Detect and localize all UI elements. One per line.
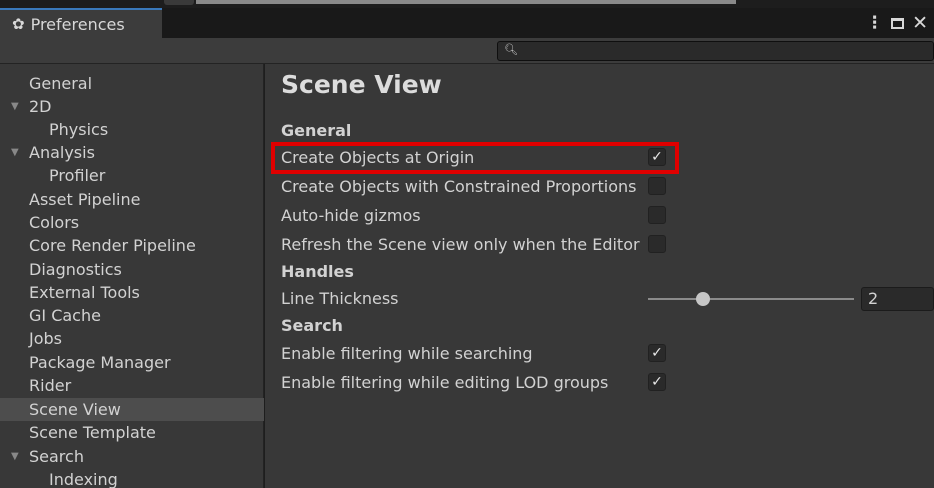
search-icon: 🔍︎ (504, 43, 518, 56)
sidebar-item-scene-template[interactable]: Scene Template (0, 421, 264, 444)
search-toolbar: 🔍︎ (0, 38, 934, 64)
maximize-icon[interactable] (891, 17, 905, 29)
sidebar-item-general[interactable]: General (0, 72, 264, 95)
sidebar-item-jobs[interactable]: Jobs (0, 327, 264, 350)
sidebar-item-label: GI Cache (29, 306, 101, 325)
tab-title: Preferences (30, 14, 125, 34)
sidebar-item-2d[interactable]: ▼ 2D (0, 95, 264, 118)
refresh-scene-view-label: Refresh the Scene view only when the Edi… (281, 235, 640, 254)
expand-arrow-icon[interactable]: ▼ (11, 141, 19, 164)
sidebar-item-rider[interactable]: Rider (0, 374, 264, 397)
sidebar-item-label: Physics (49, 120, 109, 139)
line-thickness-slider-track[interactable] (648, 298, 854, 300)
sidebar-item-label: Rider (29, 376, 72, 395)
sidebar-item-label: General (29, 74, 93, 93)
line-thickness-slider-thumb[interactable] (696, 292, 710, 306)
sidebar-item-gi-cache[interactable]: GI Cache (0, 304, 264, 327)
sidebar-item-profiler[interactable]: Profiler (0, 164, 264, 187)
expand-arrow-icon[interactable]: ▼ (11, 445, 19, 468)
sidebar-item-analysis[interactable]: ▼ Analysis (0, 141, 264, 164)
search-input[interactable]: 🔍︎ (497, 41, 934, 61)
sidebar-item-label: External Tools (29, 283, 140, 302)
sidebar-item-label: Profiler (49, 166, 106, 185)
auto-hide-gizmos-checkbox[interactable] (648, 206, 666, 224)
line-thickness-label: Line Thickness (281, 289, 399, 308)
sidebar-item-external-tools[interactable]: External Tools (0, 281, 264, 304)
sidebar-item-scene-view[interactable]: Scene View (0, 398, 264, 421)
background-toolbar-fragment (196, 0, 736, 4)
sidebar-item-label: Scene View (29, 400, 121, 419)
kebab-menu-icon[interactable]: ⋮ (866, 13, 883, 33)
auto-hide-gizmos-label: Auto-hide gizmos (281, 206, 421, 225)
preferences-sidebar: General ▼ 2D Physics ▼ Analysis Profiler A… (0, 64, 264, 488)
sidebar-item-diagnostics[interactable]: Diagnostics (0, 258, 264, 281)
sidebar-item-colors[interactable]: Colors (0, 211, 264, 234)
gear-icon: ✿ (12, 14, 25, 33)
create-at-origin-checkbox[interactable]: ✓ (648, 148, 666, 166)
sidebar-item-label: Search (29, 447, 84, 466)
sidebar-item-physics[interactable]: Physics (0, 118, 264, 141)
refresh-scene-view-checkbox[interactable] (648, 235, 666, 253)
window-controls: ⋮ ✕ (866, 8, 928, 38)
sidebar-item-label: Asset Pipeline (29, 190, 141, 209)
sidebar-item-label: Indexing (49, 470, 118, 488)
checkmark-icon: ✓ (651, 149, 663, 165)
section-search-heading: Search (281, 316, 343, 335)
sidebar-item-core-render-pipeline[interactable]: Core Render Pipeline (0, 234, 264, 257)
preferences-content: Scene View General Create Objects at Ori… (265, 64, 934, 488)
sidebar-item-label: Package Manager (29, 353, 171, 372)
background-window-strip (0, 0, 934, 8)
section-general-heading: General (281, 121, 352, 140)
expand-arrow-icon[interactable]: ▼ (11, 95, 19, 118)
sidebar-item-label: Scene Template (29, 423, 156, 442)
sidebar-item-label: 2D (29, 97, 52, 116)
window-titlebar: ✿ Preferences ⋮ ✕ (0, 8, 934, 38)
sidebar-item-package-manager[interactable]: Package Manager (0, 351, 264, 374)
sidebar-item-indexing[interactable]: Indexing (0, 468, 264, 488)
constrained-proportions-label: Create Objects with Constrained Proporti… (281, 177, 637, 196)
sidebar-item-label: Core Render Pipeline (29, 236, 196, 255)
line-thickness-field[interactable]: 2 (861, 287, 934, 311)
background-tab-fragment (164, 0, 194, 5)
filter-lod-label: Enable filtering while editing LOD group… (281, 373, 609, 392)
checkmark-icon: ✓ (651, 374, 663, 390)
sidebar-item-label: Colors (29, 213, 80, 232)
sidebar-item-label: Jobs (29, 329, 62, 348)
checkmark-icon: ✓ (651, 345, 663, 361)
filter-lod-checkbox[interactable]: ✓ (648, 373, 666, 391)
sidebar-item-search[interactable]: ▼ Search (0, 445, 264, 468)
sidebar-item-label: Analysis (29, 143, 95, 162)
create-at-origin-label: Create Objects at Origin (281, 148, 475, 167)
close-icon[interactable]: ✕ (912, 13, 928, 33)
section-handles-heading: Handles (281, 262, 354, 281)
sidebar-item-label: Diagnostics (29, 260, 122, 279)
filter-searching-label: Enable filtering while searching (281, 344, 533, 363)
sidebar-item-asset-pipeline[interactable]: Asset Pipeline (0, 188, 264, 211)
constrained-proportions-checkbox[interactable] (648, 177, 666, 195)
page-title: Scene View (281, 70, 442, 99)
preferences-tab[interactable]: ✿ Preferences (0, 8, 162, 38)
filter-searching-checkbox[interactable]: ✓ (648, 344, 666, 362)
